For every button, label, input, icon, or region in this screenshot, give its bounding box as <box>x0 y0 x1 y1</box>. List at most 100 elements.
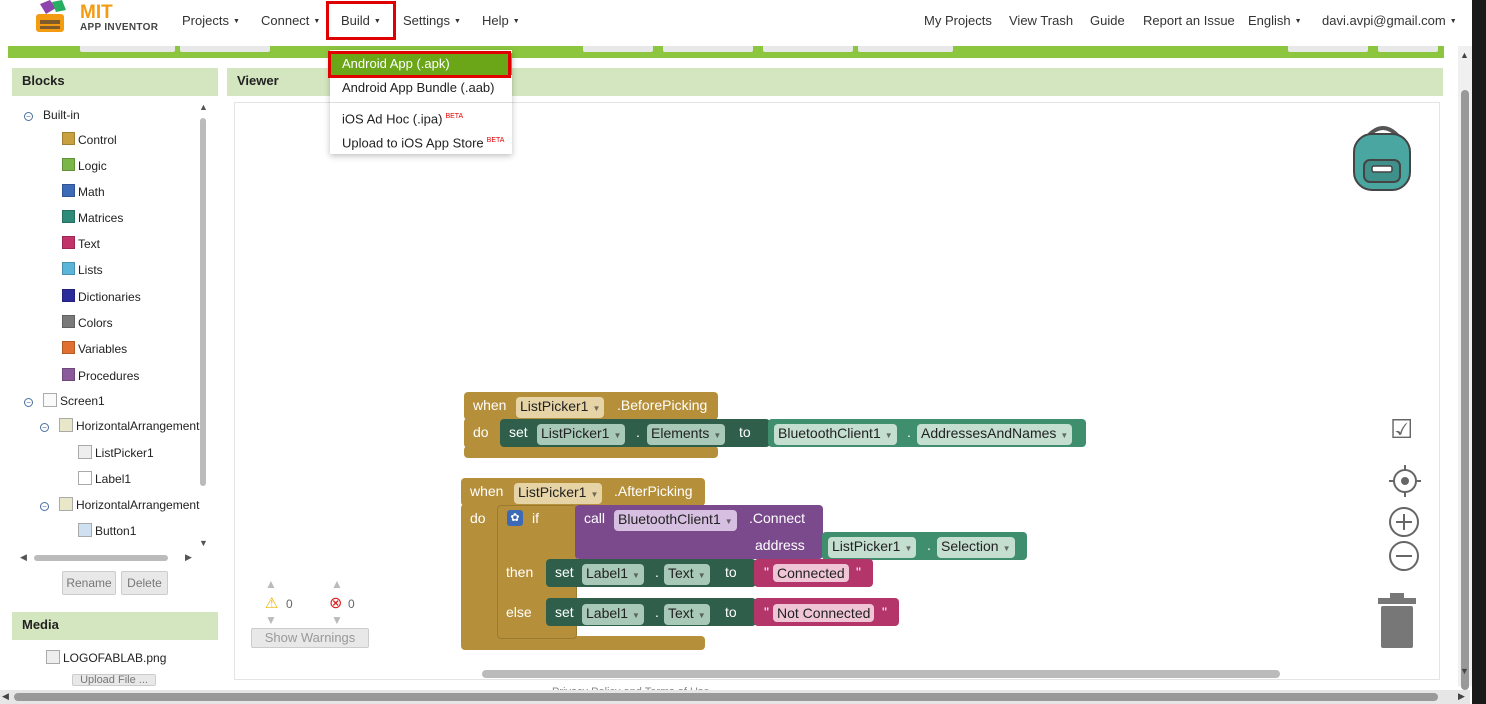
category-math[interactable]: Math <box>62 184 105 199</box>
text-value-field[interactable]: Not Connected <box>773 604 875 622</box>
cleanup-icon[interactable]: ☑ <box>1390 414 1413 445</box>
chevron-down-icon: ▼ <box>884 431 893 440</box>
do-label: do <box>473 424 489 440</box>
screen-node[interactable]: − Screen1 <box>24 393 105 408</box>
category-variables[interactable]: Variables <box>62 341 127 356</box>
error-prev-icon[interactable]: ▲ <box>331 577 343 591</box>
page-hscroll[interactable]: ◀ ▶ <box>0 690 1470 704</box>
upload-file-button[interactable]: Upload File ... <box>72 674 156 686</box>
chip-label: BluetoothClient1 <box>778 425 881 441</box>
category-lists[interactable]: Lists <box>62 262 103 277</box>
menu-projects[interactable]: Projects ▼ <box>182 13 240 28</box>
component-dropdown[interactable]: Label1 ▼ <box>582 604 644 625</box>
chevron-down-icon: ▼ <box>697 611 706 620</box>
scroll-thumb[interactable] <box>200 118 206 486</box>
screen-icon <box>43 393 58 407</box>
logo-title: MIT <box>80 2 113 23</box>
component-dropdown[interactable]: ListPicker1 ▼ <box>514 483 603 504</box>
collapse-icon[interactable]: − <box>40 423 49 432</box>
app-logo[interactable]: MIT APP INVENTOR <box>30 0 160 40</box>
menu-item-ios-appstore[interactable]: Upload to iOS App Store BETA <box>330 130 512 152</box>
link-report-issue[interactable]: Report an Issue <box>1143 13 1235 28</box>
menu-settings[interactable]: Settings ▼ <box>403 13 461 28</box>
link-guide[interactable]: Guide <box>1090 13 1125 28</box>
component-listpicker1[interactable]: ListPicker1 <box>78 445 154 460</box>
component-dropdown[interactable]: BluetoothClient1 ▼ <box>774 424 897 445</box>
page-vscroll[interactable]: ▲ ▼ <box>1458 46 1472 690</box>
trash-icon[interactable] <box>1376 592 1418 650</box>
menu-help[interactable]: Help ▼ <box>482 13 520 28</box>
when-label: when <box>470 483 504 499</box>
scroll-down-icon[interactable]: ▼ <box>199 538 208 548</box>
error-next-icon[interactable]: ▼ <box>331 613 343 627</box>
menu-item-android-aab[interactable]: Android App Bundle (.aab) <box>330 77 512 99</box>
category-dictionaries[interactable]: Dictionaries <box>62 289 141 304</box>
category-text[interactable]: Text <box>62 236 100 251</box>
menu-language[interactable]: English ▼ <box>1248 13 1302 28</box>
delete-button[interactable]: Delete <box>121 571 168 595</box>
category-control[interactable]: Control <box>62 132 117 147</box>
chip-label: Selection <box>941 538 999 554</box>
component-dropdown[interactable]: ListPicker1 ▼ <box>516 397 605 418</box>
component-dropdown[interactable]: ListPicker1 ▼ <box>828 537 917 558</box>
component-label1[interactable]: Label1 <box>78 471 131 486</box>
workspace-hscroll[interactable] <box>482 670 1280 678</box>
scroll-left-icon[interactable]: ◀ <box>20 552 27 563</box>
menu-account[interactable]: davi.avpi@gmail.com ▼ <box>1322 13 1457 28</box>
link-my-projects[interactable]: My Projects <box>924 13 992 28</box>
show-warnings-button[interactable]: Show Warnings <box>251 628 369 648</box>
property-dropdown[interactable]: Elements ▼ <box>647 424 726 445</box>
collapse-icon[interactable]: − <box>40 502 49 511</box>
category-matrices[interactable]: Matrices <box>62 210 123 225</box>
blocks-hscroll[interactable]: ◀ ▶ <box>20 552 195 563</box>
blocks-workspace[interactable] <box>234 102 1440 680</box>
blocks-vscroll[interactable]: ▲ ▼ <box>199 102 208 550</box>
zoom-out-icon[interactable] <box>1388 540 1420 572</box>
zoom-in-icon[interactable] <box>1388 506 1420 538</box>
scroll-thumb[interactable] <box>1461 90 1469 690</box>
strip-tab <box>663 46 753 52</box>
category-procedures[interactable]: Procedures <box>62 368 139 383</box>
chevron-down-icon: ▼ <box>1294 18 1302 25</box>
scroll-down-icon[interactable]: ▼ <box>1460 666 1469 676</box>
scroll-right-icon[interactable]: ▶ <box>185 552 192 563</box>
center-icon[interactable] <box>1388 464 1422 498</box>
menu-connect[interactable]: Connect ▼ <box>261 13 320 28</box>
media-file[interactable]: LOGOFABLAB.png <box>46 650 166 665</box>
chevron-down-icon: ▼ <box>590 490 599 499</box>
component-dropdown[interactable]: ListPicker1 ▼ <box>537 424 626 445</box>
text-value-field[interactable]: Connected <box>773 564 849 582</box>
gear-icon[interactable]: ✿ <box>507 510 523 526</box>
property-dropdown[interactable]: Selection ▼ <box>937 537 1015 558</box>
component-dropdown[interactable]: BluetoothClient1 ▼ <box>614 510 737 531</box>
component-button1[interactable]: Button1 <box>78 523 136 538</box>
property-dropdown[interactable]: AddressesAndNames ▼ <box>917 424 1073 445</box>
category-colors[interactable]: Colors <box>62 315 113 330</box>
rename-button[interactable]: Rename <box>62 571 116 595</box>
scroll-thumb[interactable] <box>34 555 168 561</box>
when-label: when <box>473 397 507 413</box>
warning-prev-icon[interactable]: ▲ <box>265 577 277 591</box>
collapse-icon[interactable]: − <box>24 112 33 121</box>
scroll-up-icon[interactable]: ▲ <box>199 102 208 112</box>
menu-item-ios-adhoc[interactable]: iOS Ad Hoc (.ipa) BETA <box>330 106 512 128</box>
menu-connect-label: Connect <box>261 13 310 28</box>
category-logic[interactable]: Logic <box>62 158 107 173</box>
component-horizontalarrangement1[interactable]: − HorizontalArrangement1 <box>40 418 200 433</box>
else-label: else <box>506 604 532 620</box>
category-label: Math <box>78 185 105 199</box>
scroll-thumb[interactable] <box>14 693 1438 701</box>
scroll-left-icon[interactable]: ◀ <box>2 691 9 702</box>
quote-open: " <box>764 564 769 580</box>
builtin-node[interactable]: − Built-in <box>24 108 80 122</box>
collapse-icon[interactable]: − <box>24 398 33 407</box>
warning-next-icon[interactable]: ▼ <box>265 613 277 627</box>
component-horizontalarrangement2[interactable]: − HorizontalArrangement2 <box>40 497 200 512</box>
property-dropdown[interactable]: Text ▼ <box>664 604 710 625</box>
property-dropdown[interactable]: Text ▼ <box>664 564 710 585</box>
backpack-icon[interactable] <box>1348 122 1418 194</box>
scroll-up-icon[interactable]: ▲ <box>1460 50 1469 60</box>
scroll-right-icon[interactable]: ▶ <box>1458 691 1465 702</box>
link-view-trash[interactable]: View Trash <box>1009 13 1073 28</box>
component-dropdown[interactable]: Label1 ▼ <box>582 564 644 585</box>
